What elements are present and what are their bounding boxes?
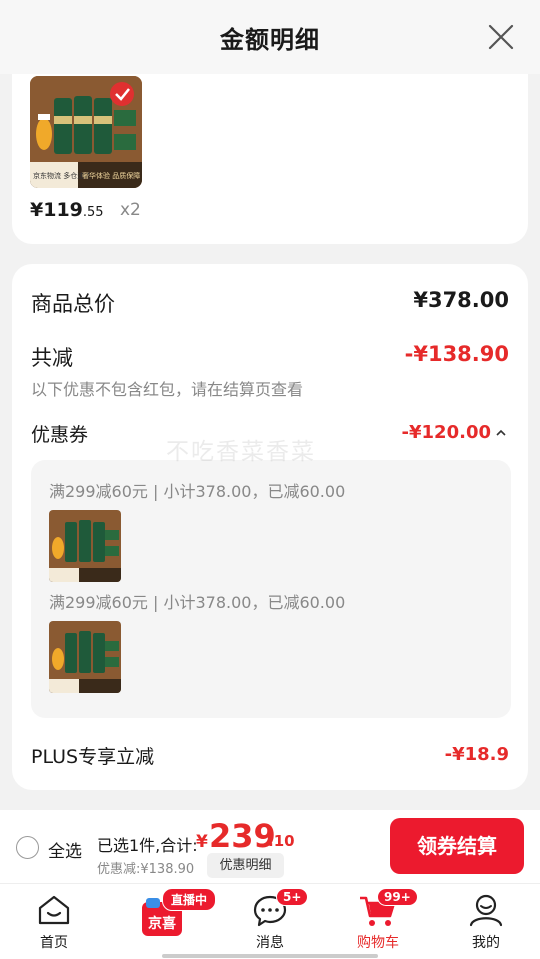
tab-messages-label: 消息 xyxy=(256,935,284,951)
coupon-row[interactable]: 优惠券 -¥120.00 xyxy=(31,420,509,450)
price-decimal: .55 xyxy=(82,205,104,220)
discount-text: 优惠减:¥138.90 xyxy=(97,862,195,877)
reduce-label: 共减 xyxy=(31,346,73,370)
jingxi-logo-text: 京喜 xyxy=(148,915,176,932)
reduce-value: -¥138.90 xyxy=(404,342,509,366)
price-integer: 119 xyxy=(43,199,83,221)
product-price: ¥119.55 xyxy=(30,199,104,221)
coupon-line: 满299减60元 | 小计378.00，已减60.00 xyxy=(49,482,346,501)
header: 金额明细 xyxy=(0,0,540,74)
total-price-value: ¥378.00 xyxy=(413,288,509,312)
product-card: 京东物流 多仓速达 奢华体验 品质保障 ¥119.55 x2 xyxy=(12,74,528,244)
tab-home-label: 首页 xyxy=(40,935,68,951)
checkout-bar: 全选 已选1件,合计: ¥ 239 .10 优惠减:¥138.90 优惠明细 领… xyxy=(0,810,540,883)
coupon-product-thumbnail xyxy=(49,621,121,693)
coupon-detail-box: 满299减60元 | 小计378.00，已减60.00 满299减60元 | 小… xyxy=(31,460,511,718)
total-integer: 239 xyxy=(209,817,276,855)
discount-detail-button[interactable]: 优惠明细 xyxy=(207,853,284,878)
home-icon xyxy=(38,895,70,925)
plus-discount-row: PLUS专享立减 -¥18.9 xyxy=(31,742,509,770)
total-price-row: 商品总价 ¥378.00 xyxy=(31,288,509,318)
tab-home[interactable]: 首页 xyxy=(14,884,94,959)
total-symbol: ¥ xyxy=(196,832,208,852)
reduce-row: 共减 -¥138.90 xyxy=(31,342,509,372)
selected-count-text: 已选1件,合计: xyxy=(97,836,198,855)
price-symbol: ¥ xyxy=(30,199,44,221)
close-icon[interactable] xyxy=(488,24,514,50)
select-all-checkbox[interactable] xyxy=(16,836,39,859)
home-indicator xyxy=(162,954,378,958)
bottom-tab-bar: 首页 京喜 直播中 消息 5+ 购物车 99+ 我的 xyxy=(0,883,540,959)
total-price-label: 商品总价 xyxy=(31,292,115,316)
reduce-note: 以下优惠不包含红包，请在结算页查看 xyxy=(31,380,304,399)
checkout-button[interactable]: 领券结算 xyxy=(390,818,524,874)
select-all-label[interactable]: 全选 xyxy=(48,837,82,862)
page-title: 金额明细 xyxy=(220,26,320,54)
tab-mine-label: 我的 xyxy=(472,935,500,951)
chevron-up-icon[interactable] xyxy=(495,428,507,438)
tab-mine[interactable]: 我的 xyxy=(446,884,526,959)
live-badge: 直播中 xyxy=(162,888,217,911)
price-summary-card: 商品总价 ¥378.00 共减 -¥138.90 以下优惠不包含红包，请在结算页… xyxy=(12,264,528,790)
coupon-line: 满299减60元 | 小计378.00，已减60.00 xyxy=(49,593,346,612)
total-decimal: .10 xyxy=(268,832,295,850)
coupon-product-thumbnail xyxy=(49,510,121,582)
coupon-label: 优惠券 xyxy=(31,424,89,446)
product-image-caption-right: 奢华体验 品质保障 xyxy=(82,171,140,180)
plus-discount-label: PLUS专享立减 xyxy=(31,746,155,768)
product-image[interactable]: 京东物流 多仓速达 奢华体验 品质保障 xyxy=(30,76,142,188)
user-icon xyxy=(469,894,503,927)
product-quantity: x2 xyxy=(120,200,141,220)
plus-discount-value: -¥18.9 xyxy=(444,744,509,765)
coupon-value: -¥120.00 xyxy=(401,422,491,443)
messages-badge: 5+ xyxy=(276,888,309,906)
cart-badge: 99+ xyxy=(377,888,418,906)
tab-cart-label: 购物车 xyxy=(357,935,399,951)
